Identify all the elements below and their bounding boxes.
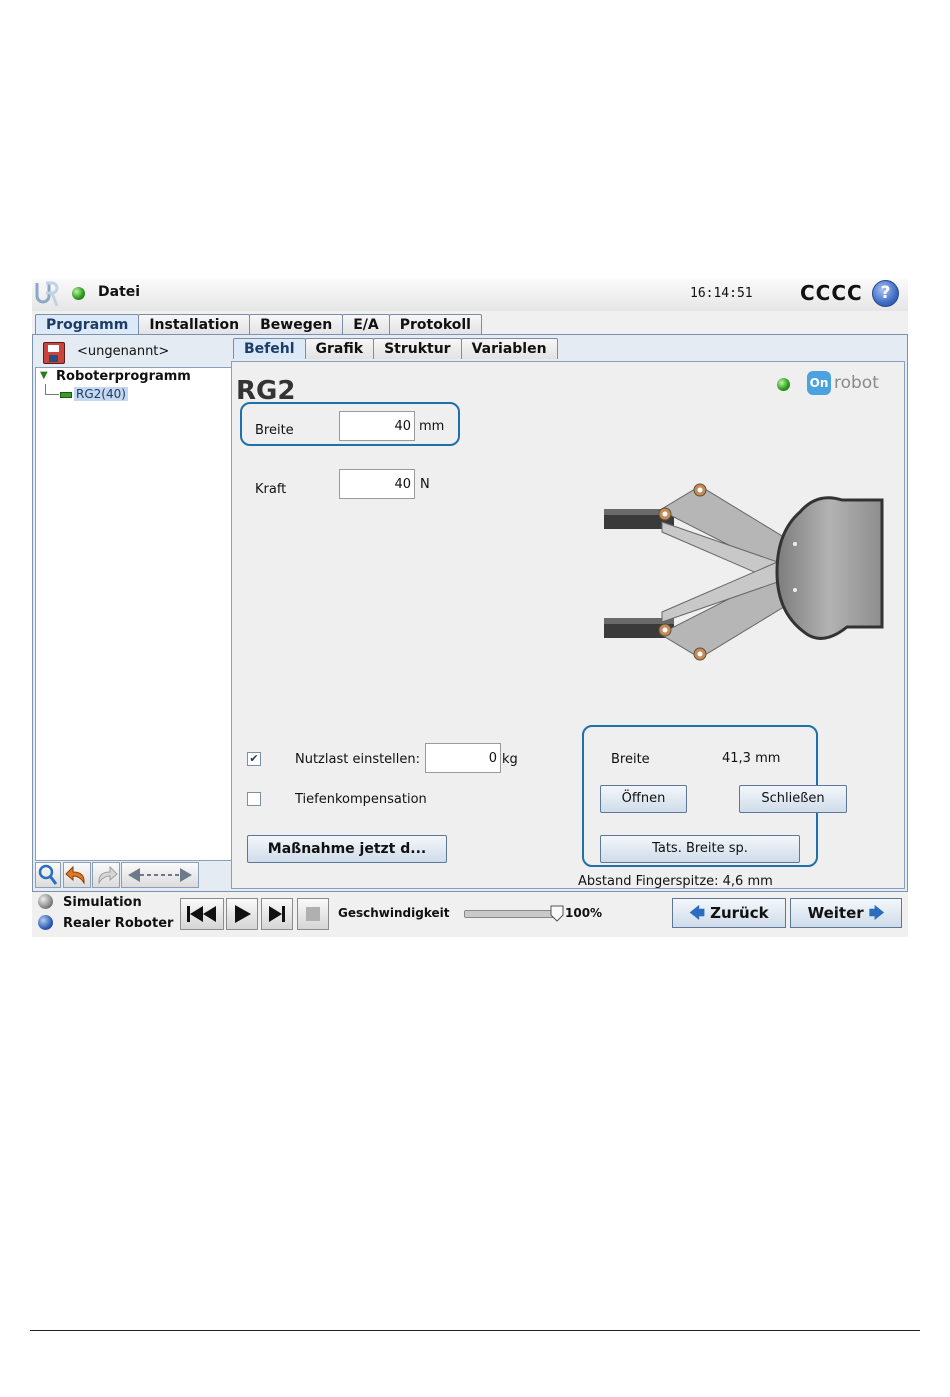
force-label: Kraft (255, 482, 287, 497)
rewind-button[interactable] (180, 898, 224, 930)
payload-input[interactable]: 0 (425, 743, 501, 773)
speed-label: Geschwindigkeit (338, 906, 450, 920)
tab-grafik[interactable]: Grafik (304, 338, 375, 359)
back-button[interactable]: 🡄 Zurück (672, 898, 786, 928)
depth-compensation-checkbox[interactable] (247, 792, 261, 806)
speed-value: 100% (565, 906, 603, 920)
tab-bewegen[interactable]: Bewegen (249, 314, 344, 335)
undo-icon (65, 865, 85, 885)
save-icon[interactable] (43, 342, 65, 364)
gripper-status-icon (777, 378, 790, 391)
next-button[interactable]: Weiter 🡆 (790, 898, 902, 928)
clock: 16:14:51 (690, 286, 753, 301)
open-button[interactable]: Öffnen (600, 785, 687, 813)
payload-unit: kg (502, 752, 518, 767)
onrobot-logo-text: robot (834, 373, 879, 393)
depth-compensation-label: Tiefenkompensation (295, 792, 427, 807)
command-panel: Befehl Grafik Struktur Variablen RG2 On … (231, 337, 905, 889)
sub-tab-bar: Befehl Grafik Struktur Variablen (233, 338, 558, 359)
robot-name: CCCC (800, 281, 863, 305)
checkmark-icon: ✔ (249, 752, 259, 765)
tree-connector (45, 394, 59, 395)
tab-ea[interactable]: E/A (342, 314, 390, 335)
stop-icon (306, 907, 320, 921)
width-unit: mm (419, 419, 445, 434)
tree-root-item[interactable]: Roboterprogramm (56, 369, 191, 384)
use-actual-width-button[interactable]: Tats. Breite sp. (600, 835, 800, 863)
search-icon (38, 864, 58, 885)
arrow-left-icon: 🡄 (689, 904, 705, 922)
arrow-right-icon: 🡆 (868, 904, 885, 922)
tree-node-icon (60, 392, 72, 398)
help-icon[interactable]: ? (872, 280, 899, 307)
onrobot-logo-mark: On (807, 371, 831, 395)
redo-button[interactable] (92, 862, 120, 888)
polyscope-window: Datei 16:14:51 CCCC ? Programm Installat… (32, 279, 908, 937)
stop-button[interactable] (297, 898, 329, 930)
tab-struktur[interactable]: Struktur (373, 338, 462, 359)
tree-item-rg2[interactable]: RG2(40) (74, 387, 128, 401)
title-bar: Datei 16:14:51 CCCC ? (32, 279, 908, 311)
live-width-label: Breite (611, 752, 650, 767)
tab-variablen[interactable]: Variablen (460, 338, 558, 359)
next-button-label: Weiter (807, 904, 864, 922)
back-button-label: Zurück (710, 904, 769, 922)
live-width-value: 41,3 mm (722, 751, 781, 766)
tab-protokoll[interactable]: Protokoll (388, 314, 482, 335)
tab-installation[interactable]: Installation (138, 314, 251, 335)
play-button[interactable] (226, 898, 258, 930)
universal-robots-logo (35, 281, 59, 307)
tab-befehl[interactable]: Befehl (233, 338, 306, 359)
undo-button[interactable] (63, 862, 91, 888)
measure-now-button[interactable]: Maßnahme jetzt d... (247, 835, 447, 863)
rewind-icon (187, 906, 216, 922)
redo-icon (98, 865, 118, 885)
search-button[interactable] (35, 862, 61, 888)
main-tab-bar: Programm Installation Bewegen E/A Protok… (35, 314, 482, 335)
file-menu[interactable]: Datei (98, 284, 140, 300)
speed-slider-handle[interactable] (550, 905, 564, 923)
force-unit: N (420, 477, 430, 492)
expand-triangle-icon[interactable]: ▼ (40, 370, 48, 381)
robot-status-icon (72, 287, 85, 300)
step-icon (269, 906, 285, 922)
rg2-gripper-illustration (604, 483, 884, 661)
program-tree[interactable]: ▼ Roboterprogramm RG2(40) (35, 367, 232, 861)
step-button[interactable] (261, 898, 293, 930)
real-robot-radio[interactable] (38, 915, 53, 930)
simulation-radio[interactable] (38, 894, 53, 909)
rg2-command-content: RG2 On robot Breite 40 mm Kraft 40 N ✔ N… (231, 361, 905, 889)
simulation-label: Simulation (63, 895, 142, 910)
fingertip-distance: Abstand Fingerspitze: 4,6 mm (578, 874, 773, 889)
payload-label: Nutzlast einstellen: (295, 752, 421, 767)
move-node-button[interactable] (121, 862, 199, 888)
program-name: <ungenannt> (77, 344, 170, 359)
speed-slider-fill (465, 911, 559, 917)
width-input[interactable]: 40 (339, 411, 415, 441)
force-input[interactable]: 40 (339, 469, 415, 499)
width-label: Breite (255, 423, 294, 438)
speed-slider-track[interactable] (464, 910, 560, 918)
close-button[interactable]: Schließen (739, 785, 847, 813)
play-icon (235, 905, 251, 923)
move-arrows-icon (128, 868, 192, 882)
program-tab-frame: <ungenannt> ▼ Roboterprogramm RG2(40) Be… (32, 334, 908, 892)
bottom-control-bar: Simulation Realer Roboter Geschwindigkei… (32, 891, 908, 937)
real-robot-label: Realer Roboter (63, 916, 174, 931)
tab-programm[interactable]: Programm (35, 314, 140, 335)
program-tree-panel: <ungenannt> ▼ Roboterprogramm RG2(40) (35, 337, 232, 889)
payload-checkbox[interactable]: ✔ (247, 752, 261, 766)
footer-rule (30, 1330, 920, 1331)
